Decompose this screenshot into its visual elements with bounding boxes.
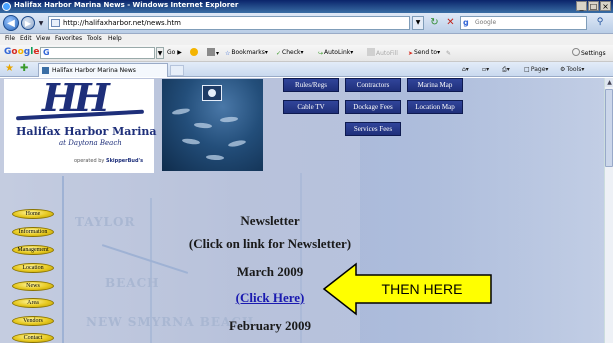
month-february-2009: February 2009 (229, 318, 311, 333)
page-menu[interactable]: □ Page▾ (524, 64, 548, 75)
nav-news[interactable]: News (12, 281, 54, 291)
minimize-button[interactable]: _ (576, 1, 587, 11)
scroll-thumb[interactable] (605, 89, 613, 167)
tab-halifax-news[interactable]: Halifax Harbor Marina News (38, 63, 168, 77)
click-here-link[interactable]: (Click Here) (236, 290, 305, 305)
pencil-icon[interactable]: ✎ (446, 48, 452, 58)
maximize-button[interactable]: □ (588, 1, 599, 11)
feeds-icon[interactable]: ▫▾ (482, 64, 489, 75)
autofill-icon (367, 48, 375, 56)
go-button[interactable]: Go ▶ (167, 48, 182, 58)
google-search-input[interactable]: G (40, 47, 155, 59)
callout-text: THEN HERE (381, 281, 463, 297)
menu-tools[interactable]: Tools (87, 35, 102, 42)
favicon-icon (42, 67, 49, 74)
scroll-up-arrow-icon[interactable]: ▲ (605, 78, 613, 87)
send-icon: ➤ (408, 50, 414, 57)
site-logo[interactable]: HH Halifax Harbor Marina at Daytona Beac… (4, 79, 157, 173)
nav-information[interactable]: Information (12, 227, 54, 237)
tools-menu[interactable]: ⚙ Tools▾ (560, 64, 584, 75)
refresh-icon[interactable]: ↻ (428, 16, 441, 30)
page-viewport: TAYLOR BEACH NEW SMYRNA BEACH HH Halifax… (0, 78, 604, 343)
map-road (62, 176, 64, 343)
marina-map-button[interactable]: Marina Map (407, 78, 463, 92)
vertical-scrollbar[interactable]: ▲ (604, 78, 613, 343)
google-toolbar: Google G ▼ Go ▶ ▾ ☆Bookmarks▾ ✓Check▾ ↪A… (0, 45, 613, 62)
then-here-callout: THEN HERE (322, 262, 494, 317)
header-photo (162, 79, 263, 171)
skipperbud-emblem (202, 85, 222, 101)
add-favorite-icon[interactable]: ✚ (20, 64, 28, 74)
home-icon[interactable]: ⌂▾ (462, 64, 469, 75)
ie-logo-icon (2, 2, 11, 11)
logo-subtitle: at Daytona Beach (59, 139, 122, 147)
url-text: http://halifaxharbor.net/news.htm (63, 19, 181, 27)
pagerank-icon[interactable] (190, 48, 199, 59)
forward-arrow-icon[interactable]: ▶ (21, 16, 35, 30)
google-search-icon: g (463, 18, 469, 27)
spellcheck-icon: ✓ (276, 50, 282, 57)
print-icon[interactable]: ⎙▾ (502, 64, 510, 75)
window-title-bar: Halifax Harbor Marina News - Windows Int… (0, 0, 613, 13)
address-toolbar: ◀ ▶ ▼ http://halifaxharbor.net/news.htm … (0, 13, 613, 34)
search-placeholder: Google (475, 19, 497, 26)
contractors-button[interactable]: Contractors (345, 78, 401, 92)
nav-contact[interactable]: Contact (12, 333, 54, 343)
window-controls: _ □ × (576, 1, 611, 11)
fish-shape (219, 116, 239, 123)
back-arrow-icon[interactable]: ◀ (3, 15, 19, 31)
nav-area[interactable]: Area (12, 298, 54, 308)
location-map-button[interactable]: Location Map (407, 100, 463, 114)
stop-icon[interactable]: ✕ (444, 16, 457, 30)
newsletter-heading: Newsletter (240, 213, 300, 228)
rules-regs-button[interactable]: Rules/Regs (283, 78, 339, 92)
menu-view[interactable]: View (36, 35, 50, 42)
window-title: Halifax Harbor Marina News - Windows Int… (14, 1, 239, 9)
url-dropdown-icon[interactable]: ▼ (412, 16, 424, 30)
autolink-icon: ↪ (318, 50, 324, 57)
autofill-button[interactable]: AutoFill (367, 48, 398, 59)
services-fees-button[interactable]: Services Fees (345, 122, 401, 136)
newsletter-instruction: (Click on link for Newsletter) (188, 236, 352, 251)
fish-shape (227, 139, 247, 148)
tab-bar: ★ ✚ Halifax Harbor Marina News ⌂▾ ▫▾ ⎙▾ … (0, 62, 613, 77)
check-button[interactable]: ✓Check▾ (276, 48, 304, 58)
nav-location[interactable]: Location (12, 263, 54, 273)
fish-shape (181, 137, 201, 146)
cable-tv-button[interactable]: Cable TV (283, 100, 339, 114)
nav-vendors[interactable]: Vendors (12, 316, 54, 326)
close-button[interactable]: × (600, 1, 611, 11)
menu-edit[interactable]: Edit (20, 35, 32, 42)
autolink-button[interactable]: ↪AutoLink▾ (318, 48, 353, 58)
bookmarks-button[interactable]: ☆Bookmarks▾ (225, 48, 268, 58)
menu-help[interactable]: Help (108, 35, 122, 42)
google-logo: Google (4, 47, 40, 57)
url-field[interactable]: http://halifaxharbor.net/news.htm (48, 16, 410, 30)
fish-shape (205, 154, 225, 161)
logo-name: Halifax Harbor Marina (16, 125, 157, 138)
favorites-star-icon[interactable]: ★ (5, 64, 14, 74)
send-to-button[interactable]: ➤Send to▾ (408, 48, 440, 58)
nav-management[interactable]: Management (12, 245, 54, 255)
google-search-dropdown-icon[interactable]: ▼ (156, 47, 164, 59)
toolbar-gear-icon[interactable]: ▾ (207, 48, 219, 59)
menu-file[interactable]: File (5, 35, 15, 42)
settings-button[interactable]: Settings (572, 48, 606, 59)
page-icon (51, 19, 60, 27)
fish-shape (171, 107, 191, 116)
search-input[interactable]: g Google (460, 16, 587, 30)
gear-icon (572, 48, 580, 56)
fish-shape (193, 122, 213, 129)
history-dropdown-icon[interactable]: ▼ (37, 20, 45, 28)
dockage-fees-button[interactable]: Dockage Fees (345, 100, 401, 114)
nav-home[interactable]: Home (12, 209, 54, 219)
star-icon: ☆ (225, 50, 231, 57)
menu-bar: File Edit View Favorites Tools Help (0, 34, 613, 45)
logo-operator: operated by SkipperBud's (74, 158, 144, 164)
new-tab-button[interactable] (170, 65, 184, 76)
tab-title: Halifax Harbor Marina News (52, 67, 136, 74)
menu-favorites[interactable]: Favorites (55, 35, 82, 42)
search-icon[interactable]: ⚲ (590, 16, 610, 30)
